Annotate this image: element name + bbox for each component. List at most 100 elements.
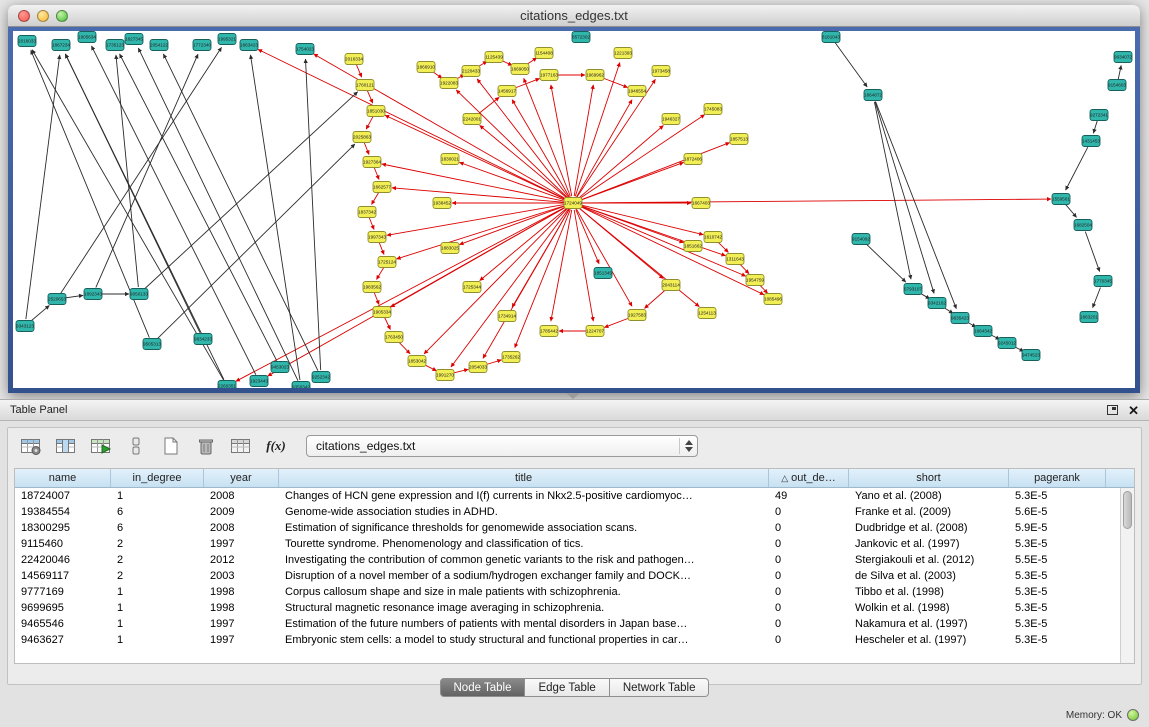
graph-node[interactable]: 9252342 [312,372,330,383]
function-builder-icon[interactable]: f(x) [263,434,289,458]
graph-node[interactable]: 1735123 [106,40,124,51]
network-canvas[interactable]: 1724049166740318516622043114192758312247… [13,31,1135,388]
graph-node[interactable]: 1682504 [1074,220,1092,231]
graph-node[interactable]: 9350342 [292,382,310,389]
graph-node[interactable]: 2054122 [150,40,168,51]
graph-node[interactable]: 1735262 [502,352,520,363]
graph-node[interactable]: 1760121 [356,80,374,91]
column-header-year[interactable]: year [204,469,279,487]
graph-node[interactable]: 1610742 [704,232,722,243]
close-button[interactable] [18,10,30,22]
graph-node[interactable]: 1905634 [78,32,96,43]
graph-node[interactable]: 1969962 [586,70,604,81]
graph-node[interactable]: 9154092 [852,234,870,245]
graph-node[interactable]: 1745083 [704,104,722,115]
graph-node[interactable]: 1725124 [378,257,396,268]
column-header-short[interactable]: short [849,469,1009,487]
graph-node[interactable]: 1785442 [540,326,558,337]
graph-node[interactable]: 2016033 [18,36,36,47]
graph-node[interactable]: 1770345 [1094,276,1112,287]
graph-node[interactable]: 1725344 [463,282,481,293]
graph-node[interactable]: 1857513 [730,134,748,145]
graph-node[interactable]: 2054033 [469,362,487,373]
table-row[interactable]: 1456911722003Disruption of a novel membe… [15,568,1134,584]
rows-icon[interactable] [123,434,149,458]
graph-node[interactable]: 1125439 [485,52,503,63]
graph-node[interactable]: 1664342 [974,326,992,337]
close-panel-icon[interactable]: ✕ [1128,405,1139,416]
graph-node[interactable]: 1922083 [440,78,458,89]
graph-node[interactable]: 9474523 [1022,350,1040,361]
graph-node[interactable]: 2242001 [463,114,481,125]
graph-node[interactable]: 1221393 [614,48,632,59]
graph-node[interactable]: 9245012 [998,338,1016,349]
graph-node[interactable]: 2043114 [662,280,680,291]
graph-node[interactable]: 9505313 [143,339,161,350]
select-columns-icon[interactable] [53,434,79,458]
table-row[interactable]: 946362711997Embryonic stem cells: a mode… [15,632,1134,648]
graph-node[interactable]: 1863201 [1080,312,1098,323]
table-row[interactable]: 1830029562008Estimation of significance … [15,520,1134,536]
table-row[interactable]: 911546021997Tourette syndrome. Phenomeno… [15,536,1134,552]
graph-node[interactable]: 1892343 [84,289,102,300]
table-selector-dropdown[interactable]: citations_edges.txt [306,435,698,457]
graph-node[interactable]: 9272341 [1090,110,1108,121]
graph-node[interactable]: 1927364 [363,157,381,168]
tab-edge-table[interactable]: Edge Table [525,678,609,697]
graph-node[interactable]: 9635423 [951,313,969,324]
graph-node[interactable]: 1866910 [417,62,435,73]
graph-node[interactable]: 9343123 [16,321,34,332]
graph-node[interactable]: 1311643 [726,254,744,265]
graph-node[interactable]: 1851345 [594,268,612,279]
graph-node[interactable]: 1883025 [441,243,459,254]
graph-node[interactable]: 2260351 [218,381,236,389]
table-row[interactable]: 969969511998Structural magnetic resonanc… [15,600,1134,616]
table-row[interactable]: 977716911998Corpus callosum shape and si… [15,584,1134,600]
minimize-button[interactable] [37,10,49,22]
column-header-title[interactable]: title [279,469,769,487]
column-header-pagerank[interactable]: pagerank [1009,469,1106,487]
table-row[interactable]: 1872400712008Changes of HCN gene express… [15,488,1134,504]
table-row[interactable]: 946554611997Estimation of the future num… [15,616,1134,632]
graph-node[interactable]: 8572302 [572,32,590,43]
graph-node[interactable]: 1905334 [373,307,391,318]
graph-node[interactable]: 1863423 [240,40,258,51]
graph-node[interactable]: 8181043 [822,32,840,43]
graph-node[interactable]: 1224707 [586,326,604,337]
graph-node[interactable]: 1853042 [408,356,426,367]
column-header-out_de[interactable]: △out_de… [769,469,849,487]
graph-node[interactable]: 9050133 [130,289,148,300]
tab-network-table[interactable]: Network Table [610,678,710,697]
graph-node[interactable]: 1864872 [864,90,882,101]
graph-node[interactable]: 1991270 [436,370,454,381]
graph-node[interactable]: 1431453 [1082,136,1100,147]
graph-node[interactable]: 2520653 [48,294,66,305]
graph-node[interactable]: 1662577 [373,182,391,193]
graph-node[interactable]: 1851030 [367,106,385,117]
graph-node[interactable]: 1772340 [193,40,211,51]
column-header-in_degree[interactable]: in_degree [111,469,204,487]
graph-node[interactable]: 1983562 [363,282,381,293]
graph-node[interactable]: 1830021 [441,154,459,165]
graph-node[interactable]: 9154603 [1108,80,1126,91]
graph-node[interactable]: 9634072 [1114,52,1132,63]
graph-node[interactable]: 1667403 [692,198,710,209]
graph-node[interactable]: 1724049 [564,198,582,209]
graph-node[interactable]: 1872406 [684,154,702,165]
graph-node[interactable]: 6793107 [904,284,922,295]
graph-node[interactable]: 1763450 [385,332,403,343]
graph-node[interactable]: 1827345 [125,34,143,45]
graph-node[interactable]: 1734914 [498,311,516,322]
delete-icon[interactable] [193,434,219,458]
graph-node[interactable]: 9634233 [194,334,212,345]
graph-node[interactable]: 1923443 [250,376,268,387]
graph-node[interactable]: 2025863 [353,132,371,143]
graph-node[interactable]: 1559581 [1052,194,1070,205]
graph-node[interactable]: 1977163 [540,70,558,81]
graph-node[interactable]: 1669050 [511,64,529,75]
graph-node[interactable]: 1946327 [662,114,680,125]
scrollbar-thumb[interactable] [1123,491,1132,529]
graph-node[interactable]: 1997343 [368,232,386,243]
graph-node[interactable]: 1867234 [52,40,70,51]
graph-node[interactable]: 1851662 [684,241,702,252]
